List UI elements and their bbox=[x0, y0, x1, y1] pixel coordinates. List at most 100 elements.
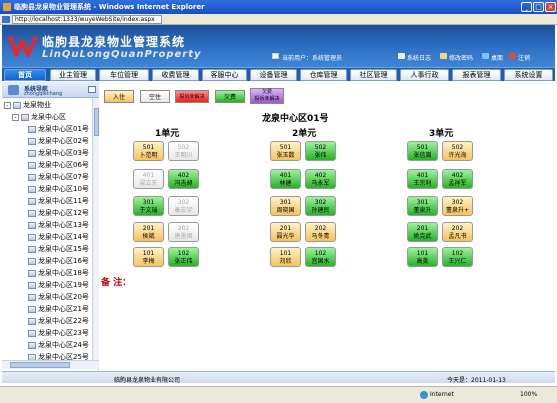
nav-tab-2[interactable]: 业主管理 bbox=[50, 69, 96, 81]
apartment-cell[interactable]: 402 冯吉昶 bbox=[168, 169, 199, 189]
apartment-cell[interactable]: 101 高美 bbox=[407, 247, 438, 267]
maximize-button[interactable]: □ bbox=[533, 2, 544, 12]
apartment-cell[interactable]: 301 于文瑞 bbox=[133, 196, 164, 216]
app-footer: 临朐县龙泉物业有限公司 今天是：2011-01-13 bbox=[2, 371, 555, 384]
apartment-cell[interactable]: 201 侯斌 bbox=[133, 222, 164, 242]
apartment-cell[interactable]: 401 林建 bbox=[270, 169, 301, 189]
apartment-cell[interactable]: 302 秦宏宇 bbox=[168, 196, 199, 216]
tree-item-label: 龙泉中心区23号 bbox=[38, 329, 89, 337]
building-icon bbox=[28, 210, 36, 217]
close-button[interactable]: × bbox=[545, 2, 556, 12]
apartment-cell[interactable]: 101 李梅 bbox=[133, 247, 164, 267]
expand-toggle-icon[interactable]: - bbox=[12, 114, 19, 121]
apartment-cell[interactable]: 102 张正伟 bbox=[168, 247, 199, 267]
unit-title: 2单元 bbox=[292, 129, 317, 139]
building-icon bbox=[28, 138, 36, 145]
tree-item-label: 龙泉中心区03号 bbox=[38, 149, 89, 157]
apartment-cell[interactable]: 401 王宗利 bbox=[407, 169, 438, 189]
nav-tab-1[interactable]: 首页 bbox=[4, 69, 46, 81]
apartment-cell[interactable]: 102 王兴仁 bbox=[442, 247, 473, 267]
tree-horizontal-scrollbar[interactable] bbox=[2, 360, 99, 369]
building-icon bbox=[28, 162, 36, 169]
expand-toggle-icon[interactable]: - bbox=[4, 102, 11, 109]
desktop-link[interactable]: 桌面 bbox=[491, 53, 503, 62]
owner-name: 王明川 bbox=[174, 152, 193, 159]
apartment-cell[interactable]: 101 刘欣 bbox=[270, 247, 301, 267]
apartment-cell[interactable]: 402 马永军 bbox=[305, 169, 336, 189]
nav-tab-3[interactable]: 车位管理 bbox=[99, 69, 149, 81]
address-input[interactable]: http://localhost:1333/wuyeWebSite/index.… bbox=[12, 15, 162, 24]
owner-name: 姚克武 bbox=[413, 233, 432, 240]
navigation-icon bbox=[8, 85, 19, 95]
legend-complaint: 投诉未解决 bbox=[175, 90, 209, 103]
apartment-cell[interactable]: 501 张玉数 bbox=[270, 141, 301, 161]
apartment-cell[interactable]: 501 张信嵩 bbox=[407, 141, 438, 161]
zoom-level[interactable]: 100% bbox=[520, 391, 537, 398]
system-log-link[interactable]: 系统日志 bbox=[407, 53, 431, 62]
apartment-cell[interactable]: 401 梁立东 bbox=[133, 169, 164, 189]
apartment-number: 301 bbox=[142, 199, 155, 206]
nav-tab-4[interactable]: 收费管理 bbox=[152, 69, 199, 81]
brand-title: 临朐县龙泉物业管理系统 bbox=[42, 35, 186, 49]
nav-tab-11[interactable]: 系统设置 bbox=[504, 69, 553, 81]
nav-tab-9[interactable]: 人事行政 bbox=[400, 69, 449, 81]
legend-arrears-complaint: 欠费 投诉未解决 bbox=[250, 88, 284, 104]
apartment-cell[interactable]: 502 张伟 bbox=[305, 141, 336, 161]
apartment-cell[interactable]: 402 孟祥军 bbox=[442, 169, 473, 189]
collapse-sidebar-button[interactable] bbox=[88, 86, 96, 93]
legend-arrears-complaint-line1: 欠费 bbox=[261, 89, 272, 95]
tree-vertical-scrollbar[interactable] bbox=[92, 98, 99, 360]
key-icon bbox=[440, 53, 447, 59]
owner-name: 梁立东 bbox=[139, 180, 158, 187]
apartment-cell[interactable]: 202 孟凡书 bbox=[442, 222, 473, 242]
change-password-link[interactable]: 修改密码 bbox=[449, 53, 473, 62]
complex-title: 龙泉中心区01号 bbox=[262, 114, 329, 124]
nav-tab-8[interactable]: 社区管理 bbox=[350, 69, 397, 81]
tree-item-label: 龙泉中心区22号 bbox=[38, 317, 89, 325]
apartment-number: 301 bbox=[279, 199, 292, 206]
apartment-cell[interactable]: 502 王明川 bbox=[168, 141, 199, 161]
logout-link[interactable]: 注销 bbox=[518, 53, 530, 62]
nav-tab-7[interactable]: 仓库管理 bbox=[300, 69, 347, 81]
log-icon bbox=[398, 53, 405, 59]
owner-name: 马永军 bbox=[311, 180, 330, 187]
apartment-number: 402 bbox=[177, 172, 190, 179]
apartment-cell[interactable]: 301 董泉升 bbox=[407, 196, 438, 216]
browser-status-bar: Internet 100% bbox=[0, 386, 557, 403]
apartment-number: 501 bbox=[142, 144, 155, 151]
apartment-cell[interactable]: 301 周晓国 bbox=[270, 196, 301, 216]
apartment-cell[interactable]: 502 许光海 bbox=[442, 141, 473, 161]
property-tree: - 龙泉物业 - 龙泉中心区 龙泉中心区01号 龙泉中心区02号 龙泉中心区03号 龙泉中心区… bbox=[2, 98, 92, 360]
desktop-icon bbox=[482, 53, 489, 59]
owner-name: 许光海 bbox=[448, 152, 467, 159]
apartment-cell[interactable]: 202 马冬青 bbox=[305, 222, 336, 242]
building-icon bbox=[28, 174, 36, 181]
nav-tab-10[interactable]: 报表管理 bbox=[452, 69, 501, 81]
tree-item-label: 龙泉中心区21号 bbox=[38, 305, 89, 313]
unit-title: 1单元 bbox=[155, 129, 180, 139]
apartment-cell[interactable]: 201 姚克武 bbox=[407, 222, 438, 242]
building-icon bbox=[28, 186, 36, 193]
scroll-thumb[interactable] bbox=[94, 108, 99, 136]
apartment-number: 302 bbox=[314, 199, 327, 206]
owner-name: 冯吉昶 bbox=[174, 180, 193, 187]
nav-tab-5[interactable]: 客服中心 bbox=[202, 69, 247, 81]
logout-icon bbox=[509, 53, 516, 59]
scroll-thumb[interactable] bbox=[10, 362, 70, 368]
minimize-button[interactable]: _ bbox=[521, 2, 532, 12]
tree-item-label: 龙泉中心区11号 bbox=[38, 197, 89, 205]
apartment-cell[interactable]: 201 聂光华 bbox=[270, 222, 301, 242]
current-user: 当前用户：系统管理员 bbox=[282, 55, 343, 62]
apartment-cell[interactable]: 302 孙建民 bbox=[305, 196, 336, 216]
owner-name: 马冬青 bbox=[311, 233, 330, 240]
apartment-number: 102 bbox=[451, 250, 464, 257]
apartment-number: 202 bbox=[314, 225, 327, 232]
sidebar: 系统导航 zhongqiechang - 龙泉物业 - 龙泉中心区 龙泉中心区01号 龙泉… bbox=[2, 82, 99, 370]
apartment-cell[interactable]: 202 唐墨国 bbox=[168, 222, 199, 242]
nav-tab-6[interactable]: 设备管理 bbox=[250, 69, 297, 81]
tree-item-label: 龙泉中心区13号 bbox=[38, 221, 89, 229]
apartment-cell[interactable]: 501 卜范明 bbox=[133, 141, 164, 161]
building-icon bbox=[28, 234, 36, 241]
apartment-cell[interactable]: 302 董泉升+ bbox=[442, 196, 473, 216]
apartment-cell[interactable]: 102 宫国水 bbox=[305, 247, 336, 267]
